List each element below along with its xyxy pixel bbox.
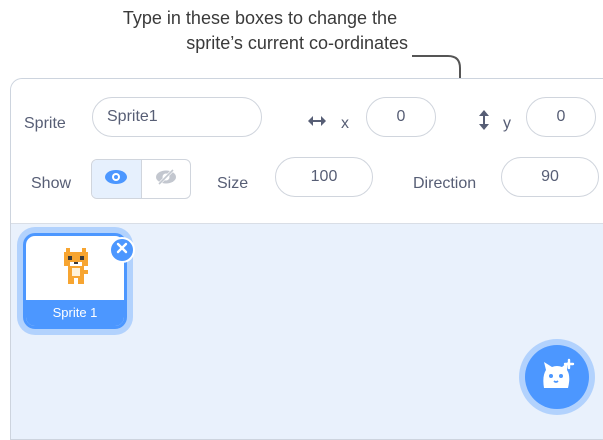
direction-label: Direction (413, 175, 477, 192)
eye-slash-icon (154, 168, 178, 191)
visibility-toggle (91, 159, 191, 199)
direction-field[interactable]: 90 (501, 157, 599, 197)
show-label: Show (31, 175, 72, 192)
cat-plus-icon (538, 358, 576, 397)
vertical-arrows-icon (477, 109, 491, 136)
size-field[interactable]: 100 (275, 157, 373, 197)
x-coordinate-field[interactable]: 0 (366, 97, 436, 137)
x-label: x (341, 115, 349, 132)
close-icon (116, 241, 128, 259)
size-label: Size (217, 175, 249, 192)
sprite-info-panel: Sprite Sprite1 x 0 y 0 Show Size 100 Dir… (11, 79, 603, 224)
eye-icon (104, 169, 128, 190)
cat-sprite-thumbnail (62, 248, 90, 293)
delete-sprite-button[interactable] (109, 237, 135, 263)
sprite-pane: Sprite Sprite1 x 0 y 0 Show Size 100 Dir… (10, 78, 603, 440)
horizontal-arrows-icon (307, 114, 327, 133)
sprite-name-field[interactable]: Sprite1 (92, 97, 262, 137)
add-sprite-button[interactable] (525, 345, 589, 409)
hide-sprite-button[interactable] (142, 160, 191, 198)
sprite-tile-label: Sprite 1 (26, 300, 124, 326)
y-coordinate-field[interactable]: 0 (526, 97, 596, 137)
show-sprite-button[interactable] (92, 160, 142, 198)
y-label: y (503, 115, 511, 132)
sprite-label: Sprite (24, 115, 66, 132)
